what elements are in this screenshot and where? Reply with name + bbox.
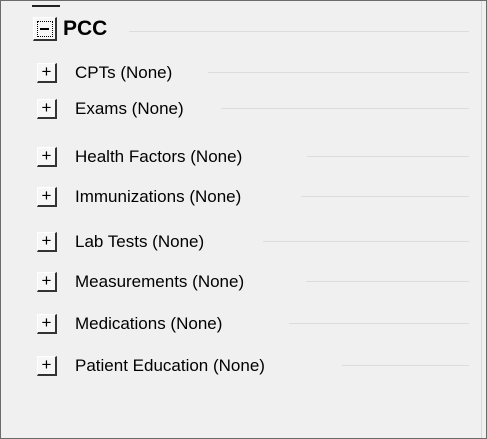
tree-guide-line xyxy=(301,196,469,197)
plus-icon: + xyxy=(41,231,52,250)
expand-button[interactable]: + xyxy=(37,272,57,292)
tree-node-label[interactable]: CPTs (None) xyxy=(75,59,172,87)
tree-guide-line xyxy=(263,241,469,242)
tree-node-measurements[interactable]: + Measurements (None) xyxy=(1,268,481,296)
expand-button[interactable]: + xyxy=(37,187,57,207)
expand-button[interactable]: + xyxy=(37,314,57,334)
tree-node-medications[interactable]: + Medications (None) xyxy=(1,310,481,338)
tree-view[interactable]: PCC + CPTs (None) + Exams (None) + Healt… xyxy=(1,1,481,438)
tree-guide-line xyxy=(342,365,469,366)
minus-icon xyxy=(40,28,49,30)
tree-guide-line xyxy=(129,31,469,32)
tree-node-label[interactable]: Immunizations (None) xyxy=(75,183,241,211)
tree-node-exams[interactable]: + Exams (None) xyxy=(1,95,481,123)
tree-node-cpts[interactable]: + CPTs (None) xyxy=(1,59,481,87)
expand-button[interactable]: + xyxy=(37,63,57,83)
expand-button[interactable]: + xyxy=(37,356,57,376)
tree-node-label[interactable]: Lab Tests (None) xyxy=(75,228,204,256)
panel-divider xyxy=(481,1,482,438)
plus-icon: + xyxy=(41,313,52,332)
tree-guide-line xyxy=(221,108,469,109)
tree-guide-line xyxy=(306,281,469,282)
tree-node-label[interactable]: Exams (None) xyxy=(75,95,184,123)
tree-root-label[interactable]: PCC xyxy=(63,15,107,43)
tree-node-lab-tests[interactable]: + Lab Tests (None) xyxy=(1,228,481,256)
expand-button[interactable]: + xyxy=(37,99,57,119)
tree-guide-line xyxy=(289,323,469,324)
collapse-toggle[interactable] xyxy=(33,17,57,41)
previous-node-edge xyxy=(32,5,60,7)
plus-icon: + xyxy=(41,355,52,374)
tree-guide-line xyxy=(307,156,469,157)
tree-node-label[interactable]: Patient Education (None) xyxy=(75,352,265,380)
plus-icon: + xyxy=(41,62,52,81)
expand-button[interactable]: + xyxy=(37,147,57,167)
tree-node-label[interactable]: Measurements (None) xyxy=(75,268,244,296)
plus-icon: + xyxy=(41,146,52,165)
plus-icon: + xyxy=(41,186,52,205)
tree-panel: PCC + CPTs (None) + Exams (None) + Healt… xyxy=(0,0,487,439)
plus-icon: + xyxy=(41,98,52,117)
plus-icon: + xyxy=(41,271,52,290)
expand-button[interactable]: + xyxy=(37,232,57,252)
tree-node-label[interactable]: Health Factors (None) xyxy=(75,143,242,171)
tree-node-immunizations[interactable]: + Immunizations (None) xyxy=(1,183,481,211)
tree-node-health-factors[interactable]: + Health Factors (None) xyxy=(1,143,481,171)
tree-node-patient-education[interactable]: + Patient Education (None) xyxy=(1,352,481,380)
tree-node-label[interactable]: Medications (None) xyxy=(75,310,222,338)
tree-guide-line xyxy=(208,72,469,73)
